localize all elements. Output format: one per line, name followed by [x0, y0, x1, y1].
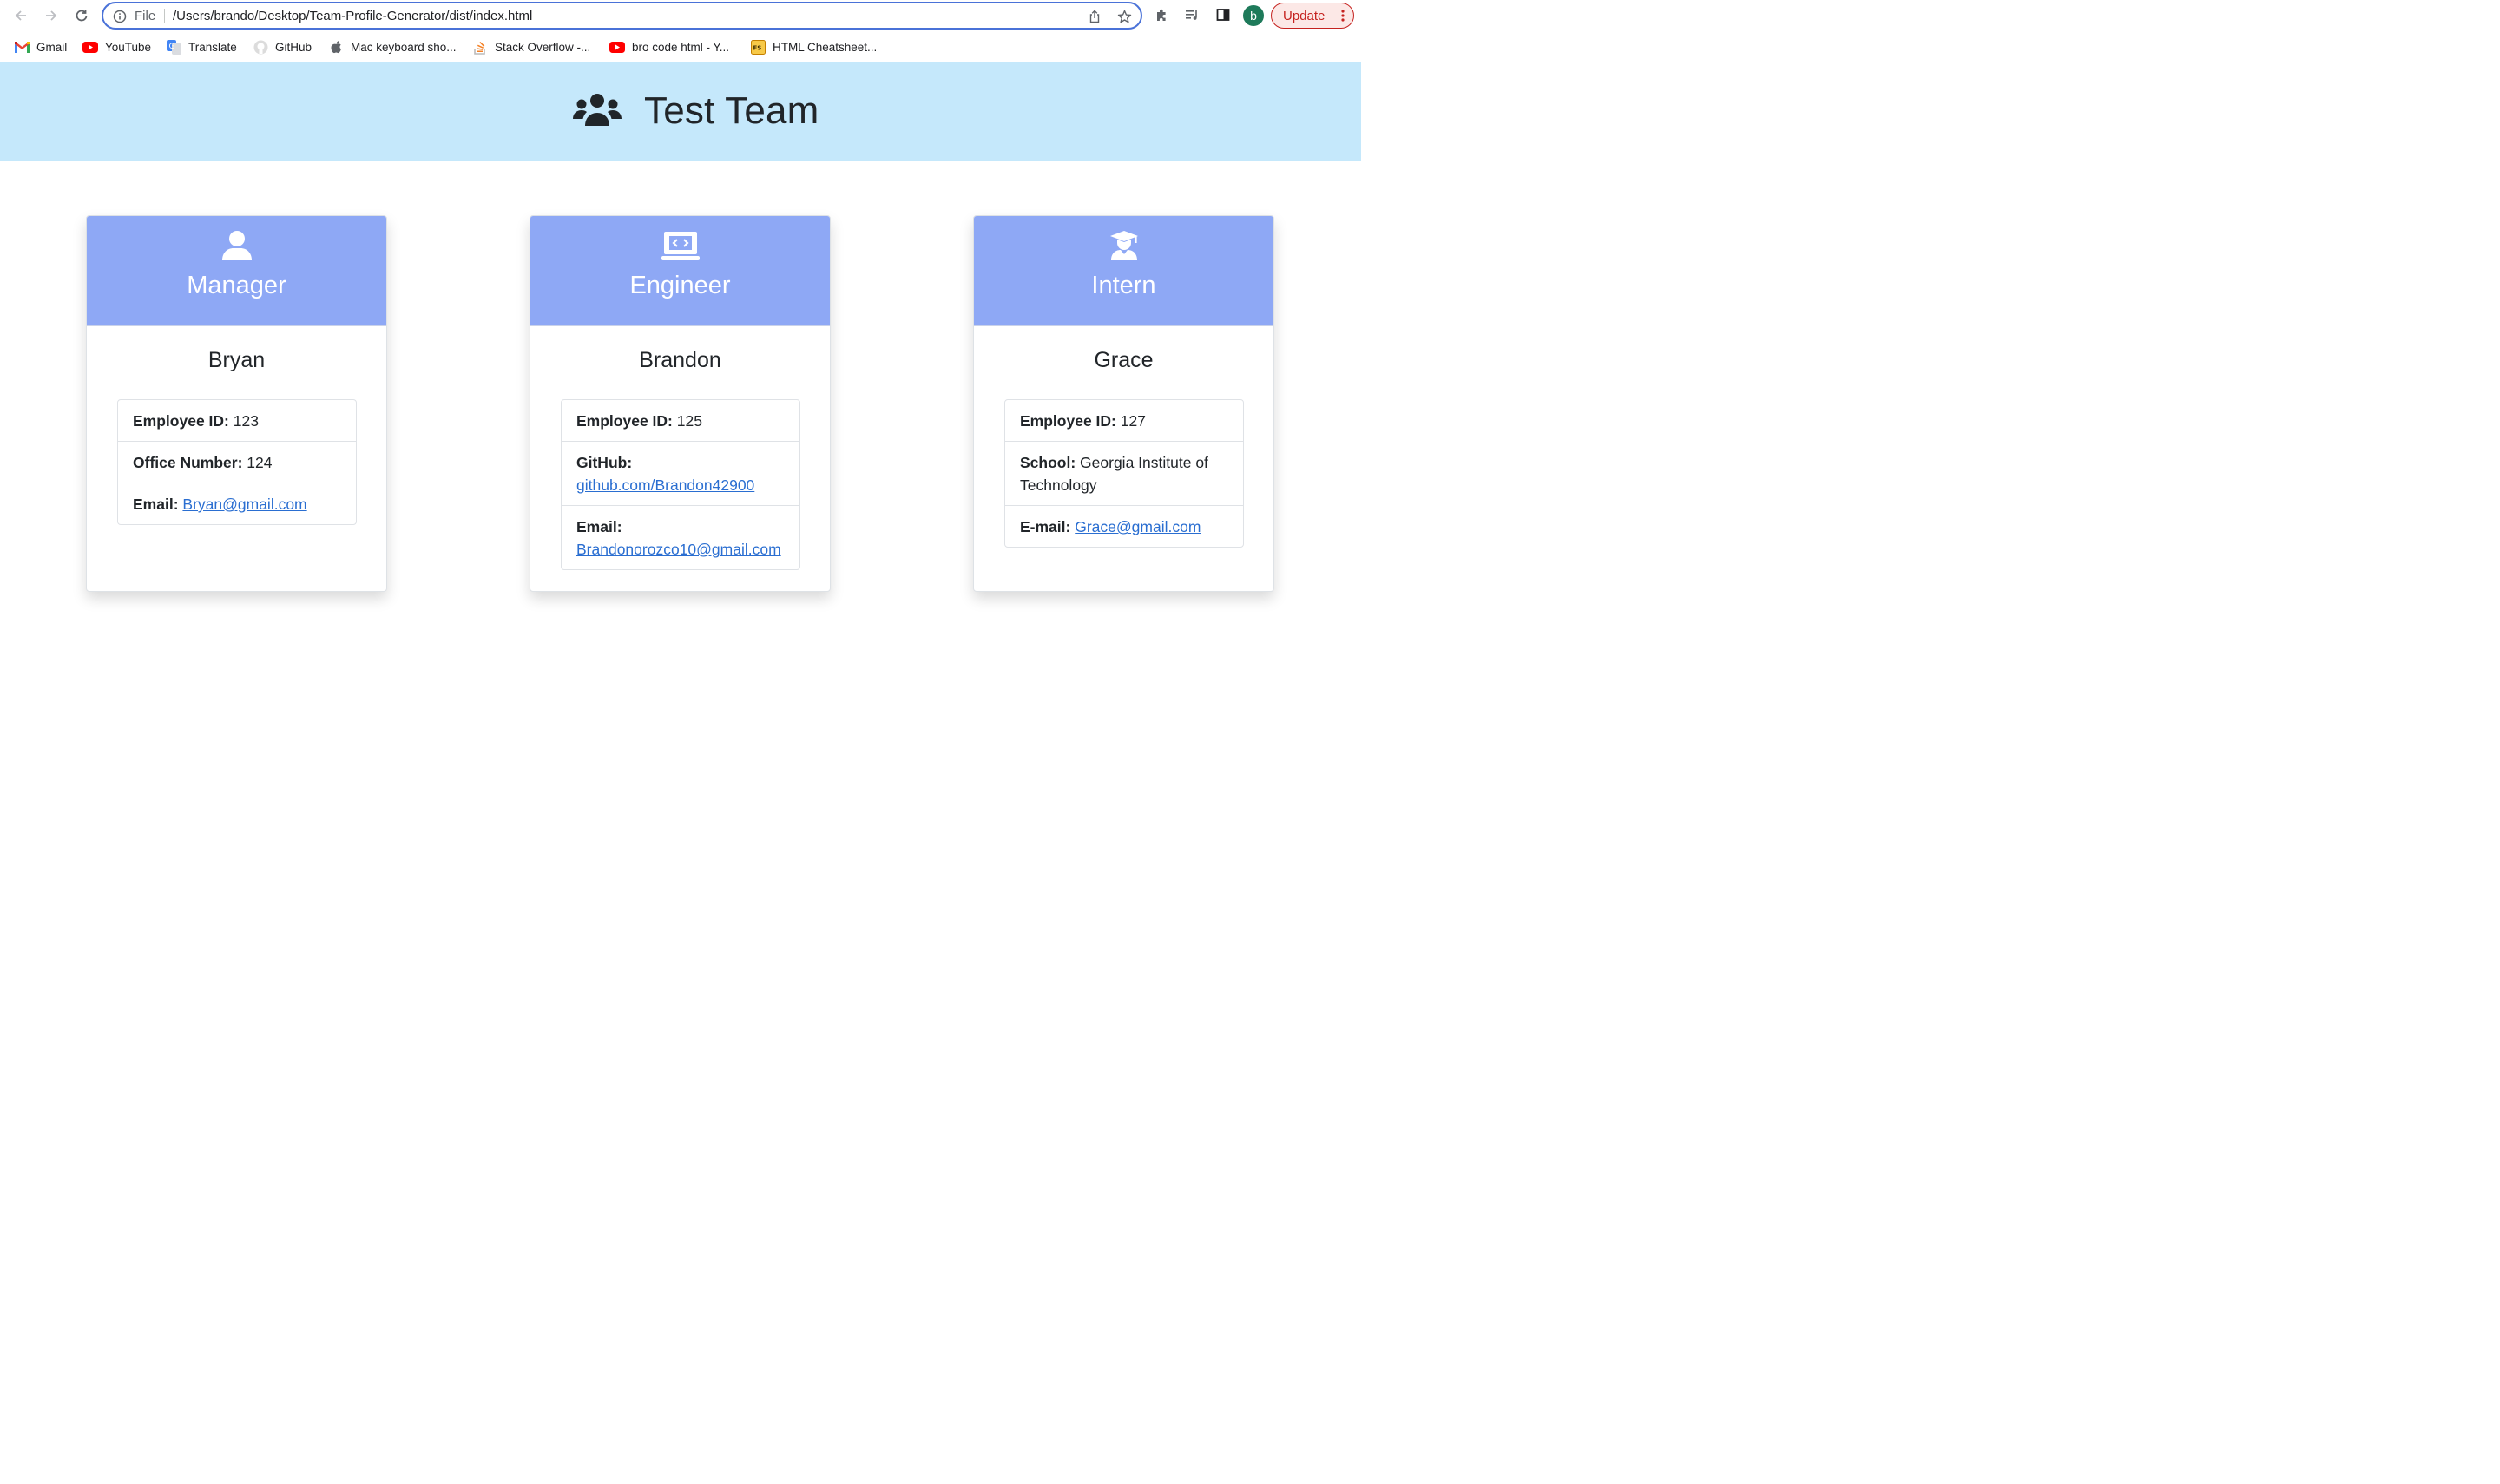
employee-details-list: Employee ID: 127 School: Georgia Institu… — [1004, 399, 1244, 548]
arrow-right-icon — [46, 10, 57, 21]
reload-button[interactable] — [71, 5, 92, 26]
github-row: GitHub: github.com/Brandon42900 — [562, 441, 799, 505]
back-button[interactable] — [10, 5, 31, 26]
row-label: Employee ID: — [133, 412, 229, 430]
bookmark-bro-code[interactable]: bro code html - Y... — [609, 39, 729, 55]
svg-text:G: G — [168, 43, 174, 51]
bookmark-gmail[interactable]: Gmail — [14, 39, 67, 55]
card-header: Intern — [974, 216, 1273, 326]
reading-list-icon[interactable] — [1183, 6, 1201, 23]
bookmark-label: GitHub — [275, 40, 312, 54]
bookmark-star-icon[interactable] — [1116, 9, 1132, 24]
row-label: Office Number: — [133, 454, 243, 471]
extensions-icon[interactable] — [1154, 6, 1171, 23]
bookmarks-bar: Gmail YouTube G Translate GitHub Mac key… — [0, 31, 1361, 62]
github-icon — [253, 40, 268, 54]
address-bar[interactable]: File /Users/brando/Desktop/Team-Profile-… — [102, 2, 1142, 30]
site-info-icon[interactable] — [113, 10, 127, 28]
bookmark-label: HTML Cheatsheet... — [773, 40, 878, 54]
youtube-icon — [82, 40, 98, 54]
row-label: Email: — [576, 518, 622, 535]
svg-text:FS: FS — [753, 44, 761, 51]
email-row: Email: Bryan@gmail.com — [118, 483, 356, 524]
bookmark-label: Stack Overflow -... — [495, 40, 591, 54]
cheatsheet-icon: FS — [750, 39, 766, 55]
forward-button[interactable] — [41, 5, 62, 26]
bookmark-label: YouTube — [105, 40, 152, 54]
bookmark-youtube[interactable]: YouTube — [82, 39, 151, 55]
row-value: 125 — [676, 412, 702, 430]
translate-icon: G — [166, 39, 181, 55]
youtube-icon — [609, 40, 625, 54]
bookmark-label: Mac keyboard sho... — [351, 40, 457, 54]
employee-name: Grace — [1094, 348, 1154, 372]
users-icon — [573, 92, 622, 131]
employee-name: Brandon — [639, 348, 721, 372]
employee-id-row: Employee ID: 127 — [1005, 400, 1243, 441]
email-link[interactable]: Brandonorozco10@gmail.com — [576, 541, 781, 558]
row-label: Email: — [133, 496, 179, 513]
bookmark-html-cheatsheet[interactable]: FS HTML Cheatsheet... — [750, 39, 877, 55]
bookmark-label: Translate — [188, 40, 237, 54]
browser-toolbar: File /Users/brando/Desktop/Team-Profile-… — [0, 0, 1361, 31]
graduate-icon — [1109, 230, 1140, 266]
scheme-label: File — [135, 9, 156, 23]
office-number-row: Office Number: 124 — [118, 441, 356, 483]
employee-card-manager: Manager Bryan Employee ID: 123 Office Nu… — [86, 215, 387, 592]
stackoverflow-icon — [472, 40, 488, 55]
school-row: School: Georgia Institute of Technology — [1005, 441, 1243, 505]
apple-icon — [328, 40, 344, 54]
gmail-icon — [14, 40, 30, 54]
bookmark-label: Gmail — [36, 40, 68, 54]
email-row: Email: Brandonorozco10@gmail.com — [562, 505, 799, 569]
omnibox-divider — [164, 9, 165, 23]
row-label: E-mail: — [1020, 518, 1071, 535]
employee-id-row: Employee ID: 123 — [118, 400, 356, 441]
bookmark-label: bro code html - Y... — [632, 40, 730, 54]
email-link[interactable]: Grace@gmail.com — [1075, 518, 1201, 535]
person-icon — [221, 230, 253, 266]
row-label: Employee ID: — [1020, 412, 1116, 430]
side-panel-icon[interactable] — [1214, 6, 1232, 23]
card-header: Engineer — [530, 216, 830, 326]
profile-avatar[interactable]: b — [1243, 5, 1264, 26]
card-role-title: Engineer — [629, 272, 731, 299]
reload-icon — [76, 10, 88, 22]
team-header: Test Team — [0, 62, 1361, 161]
row-value: 127 — [1120, 412, 1146, 430]
employee-details-list: Employee ID: 125 GitHub: github.com/Brand… — [561, 399, 800, 570]
employee-id-row: Employee ID: 125 — [562, 400, 799, 441]
email-row: E-mail: Grace@gmail.com — [1005, 505, 1243, 547]
share-icon[interactable] — [1087, 9, 1102, 24]
laptop-code-icon — [661, 230, 700, 266]
arrow-left-icon — [15, 10, 26, 21]
update-button[interactable]: Update — [1271, 3, 1354, 29]
employee-card-engineer: Engineer Brandon Employee ID: 125 GitHub… — [530, 215, 831, 592]
row-label: Employee ID: — [576, 412, 673, 430]
bookmark-translate[interactable]: G Translate — [166, 39, 237, 55]
employee-details-list: Employee ID: 123 Office Number: 124 Emai… — [117, 399, 357, 525]
url-text[interactable]: /Users/brando/Desktop/Team-Profile-Gener… — [173, 9, 532, 23]
card-role-title: Intern — [1091, 272, 1156, 299]
row-value: 124 — [247, 454, 273, 471]
bookmark-github[interactable]: GitHub — [253, 39, 312, 55]
bookmark-stack-overflow[interactable]: Stack Overflow -... — [472, 39, 590, 55]
team-title: Test Team — [644, 89, 819, 132]
card-role-title: Manager — [187, 272, 286, 299]
github-link[interactable]: github.com/Brandon42900 — [576, 476, 754, 494]
email-link[interactable]: Bryan@gmail.com — [182, 496, 306, 513]
employee-name: Bryan — [207, 348, 266, 372]
row-label: GitHub: — [576, 454, 633, 471]
employee-card-intern: Intern Grace Employee ID: 127 School: Ge… — [973, 215, 1274, 592]
row-label: School: — [1020, 454, 1076, 471]
update-label: Update — [1283, 8, 1326, 23]
bookmark-mac-keyboard[interactable]: Mac keyboard sho... — [328, 39, 457, 55]
row-value: 123 — [233, 412, 259, 430]
card-header: Manager — [87, 216, 386, 326]
more-vert-icon — [1341, 9, 1345, 26]
